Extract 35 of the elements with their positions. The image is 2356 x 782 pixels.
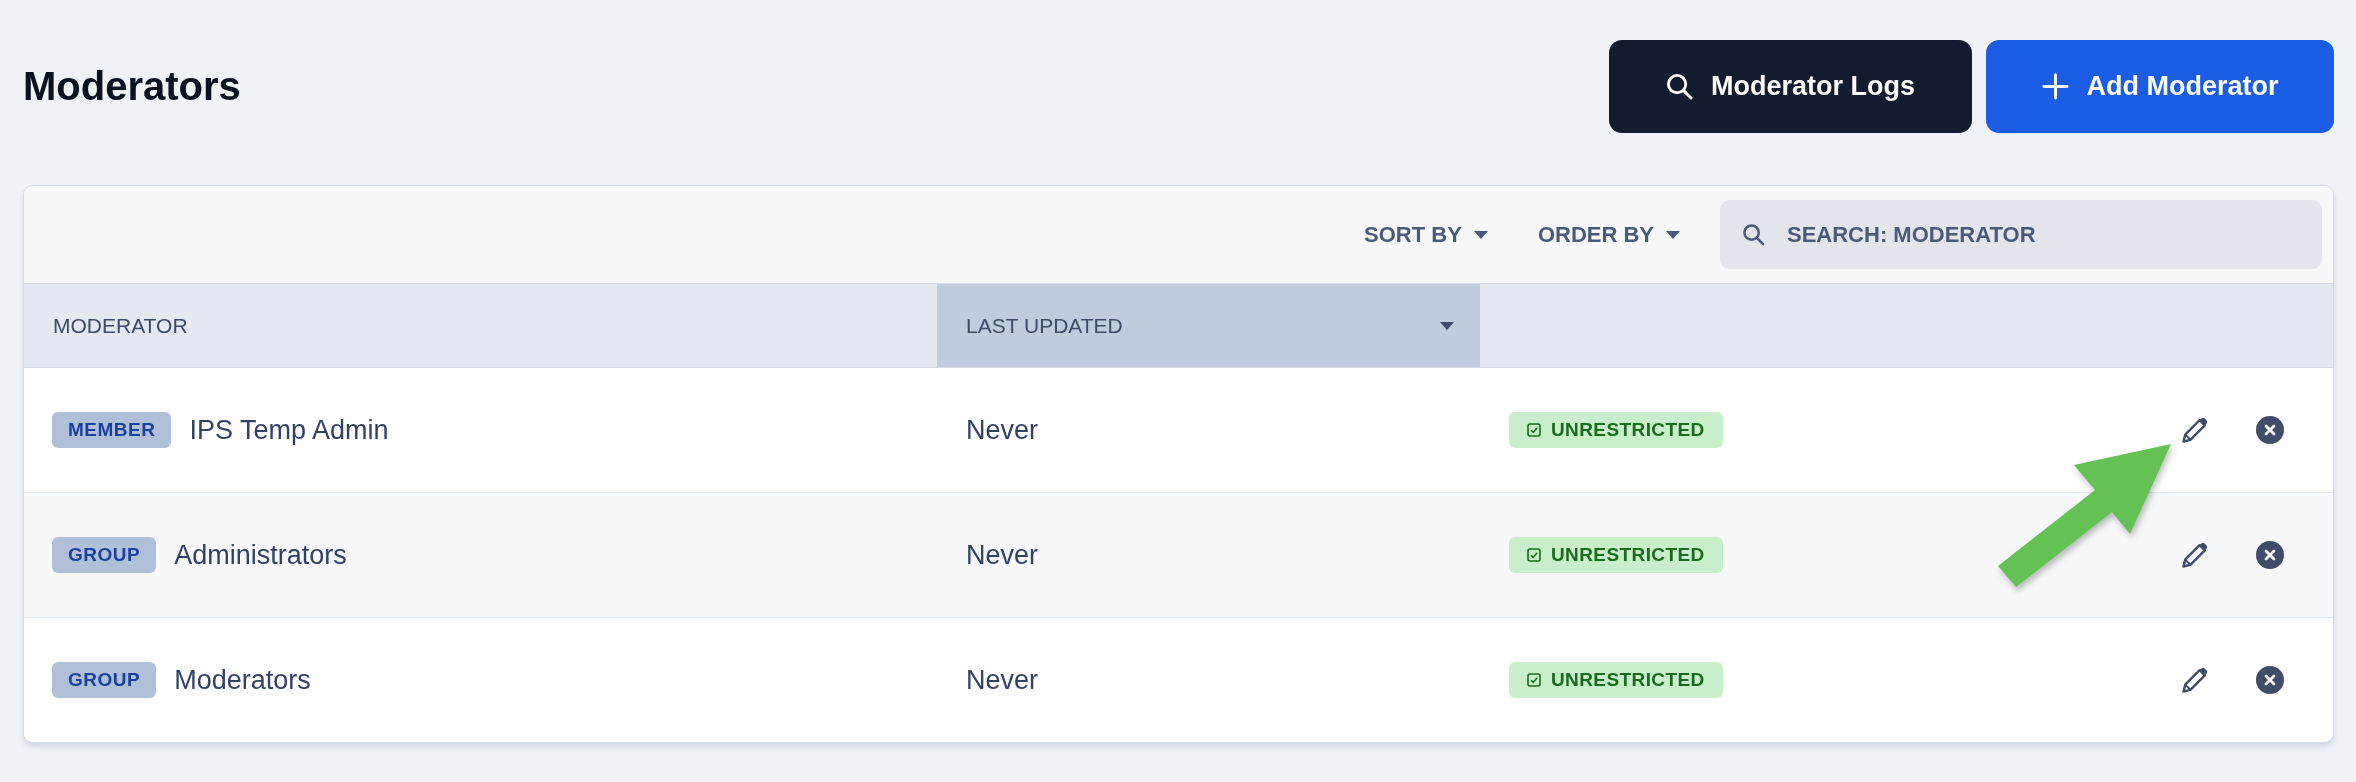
checkbox-icon xyxy=(1527,673,1541,687)
search-icon xyxy=(1666,73,1693,100)
moderator-name[interactable]: Administrators xyxy=(174,539,347,571)
status-label: UNRESTRICTED xyxy=(1551,669,1705,691)
order-by-dropdown[interactable]: ORDER BY xyxy=(1537,221,1680,248)
caret-icon xyxy=(1440,321,1454,330)
last-updated-text: Never xyxy=(966,414,1039,445)
page-title: Moderators xyxy=(23,64,241,109)
type-badge: GROUP xyxy=(52,662,157,698)
plus-icon xyxy=(2041,73,2069,100)
type-badge: MEMBER xyxy=(52,412,172,448)
last-updated-text: Never xyxy=(966,664,1039,695)
last-updated-text: Never xyxy=(966,539,1039,570)
sort-by-dropdown[interactable]: SORT BY xyxy=(1364,221,1488,248)
caret-icon xyxy=(1666,230,1680,239)
column-header[interactable]: MODERATOR xyxy=(24,284,937,367)
status-label: UNRESTRICTED xyxy=(1551,544,1705,566)
add-moderator-button[interactable]: Add Moderator xyxy=(1986,40,2334,133)
moderator-name[interactable]: Moderators xyxy=(174,664,311,696)
pencil-icon[interactable] xyxy=(2181,541,2209,569)
caret-icon xyxy=(1473,230,1488,239)
close-icon[interactable] xyxy=(2256,541,2284,569)
type-badge: GROUP xyxy=(52,537,157,573)
checkbox-icon xyxy=(1527,423,1541,437)
pencil-icon[interactable] xyxy=(2181,416,2209,444)
moderator-name[interactable]: IPS Temp Admin xyxy=(189,414,389,446)
search-icon xyxy=(1742,223,1765,246)
close-icon[interactable] xyxy=(2256,416,2284,444)
status-label: UNRESTRICTED xyxy=(1551,419,1705,441)
checkbox-icon xyxy=(1527,548,1541,562)
pencil-icon[interactable] xyxy=(2181,666,2209,694)
moderator-logs-button[interactable]: Moderator Logs xyxy=(1609,40,1972,133)
column-header[interactable]: LAST UPDATED xyxy=(937,284,1480,367)
search-field[interactable]: SEARCH: MODERATOR xyxy=(1720,200,2322,269)
close-icon[interactable] xyxy=(2256,666,2284,694)
